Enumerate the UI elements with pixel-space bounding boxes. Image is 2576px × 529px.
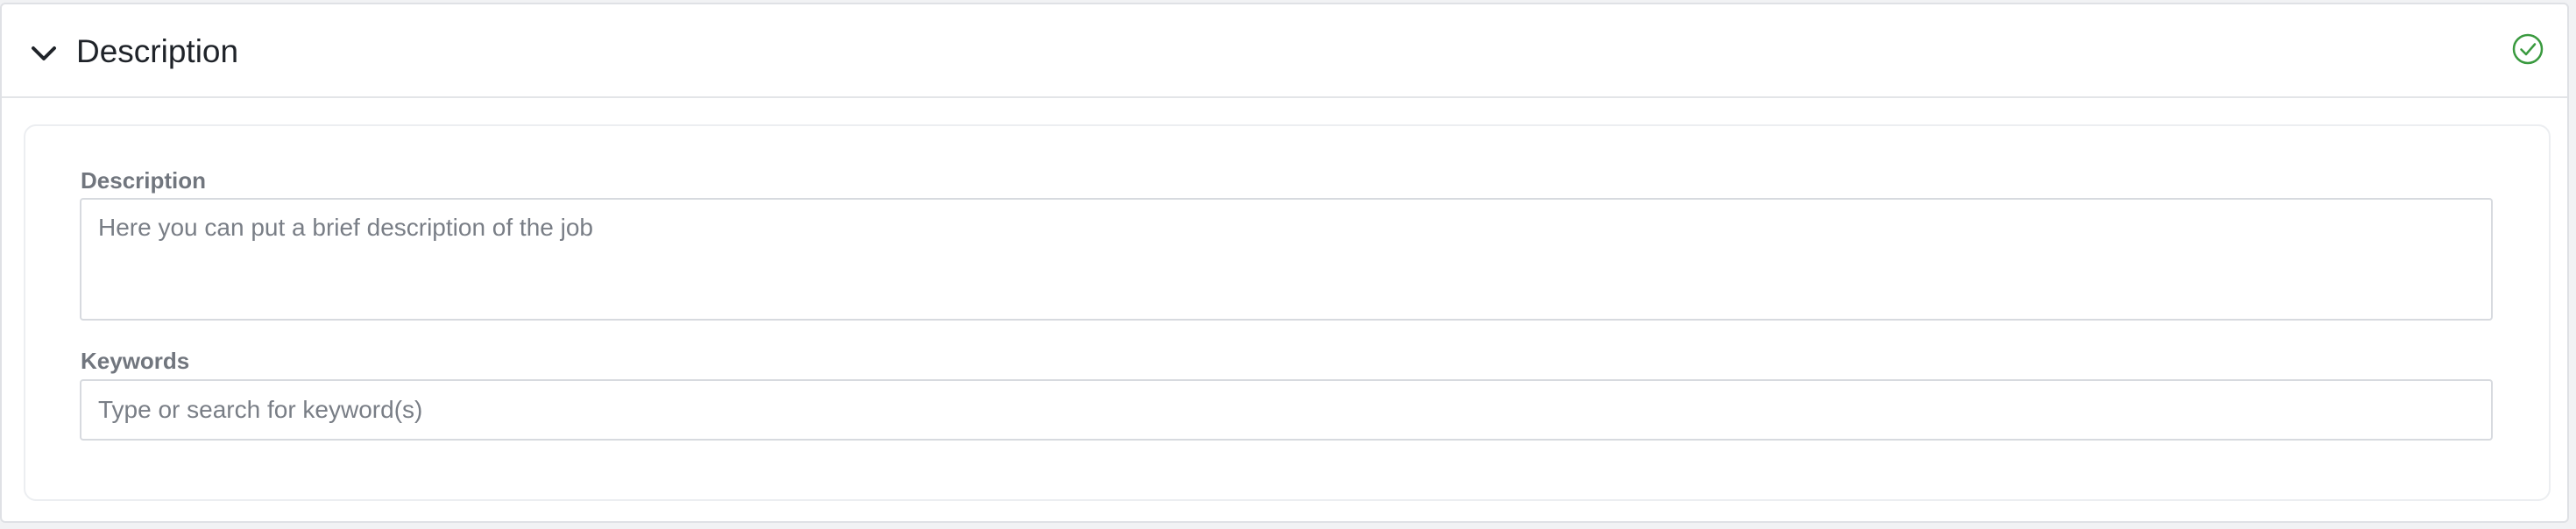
keywords-label: Keywords: [81, 348, 190, 374]
keywords-input[interactable]: [80, 379, 2493, 441]
form-card: Description Keywords: [24, 124, 2551, 501]
description-label: Description: [81, 167, 207, 194]
section-title: Description: [76, 33, 239, 69]
panel-header[interactable]: Description: [2, 4, 2567, 98]
check-circle-icon: [2511, 32, 2544, 66]
chevron-down-icon[interactable]: [26, 36, 61, 71]
description-panel: Description Description Keywords: [0, 3, 2569, 523]
description-textarea[interactable]: [80, 198, 2493, 321]
